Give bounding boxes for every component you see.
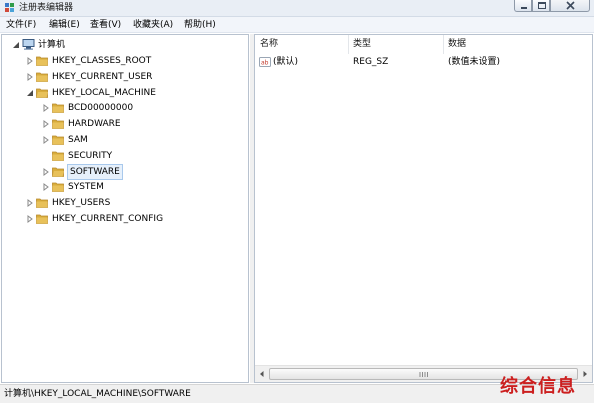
- collapse-arrow-icon[interactable]: [12, 41, 20, 49]
- tree-node-hkey-current-config[interactable]: HKEY_CURRENT_CONFIG: [2, 212, 242, 226]
- open-folder-icon: [36, 88, 48, 98]
- column-header-data[interactable]: 数据: [444, 35, 592, 54]
- values-list-pane[interactable]: 名称 类型 数据 ab (默认) REG_SZ (数值未设置): [254, 34, 593, 383]
- window-title: 注册表编辑器: [19, 3, 74, 13]
- expand-arrow-icon[interactable]: [26, 215, 34, 223]
- tree-label: SOFTWARE: [67, 163, 123, 180]
- menu-bar: 文件(F) 编辑(E) 查看(V) 收藏夹(A) 帮助(H): [0, 17, 594, 33]
- folder-icon: [36, 198, 48, 209]
- expand-arrow-icon[interactable]: [42, 104, 50, 113]
- scroll-right-icon[interactable]: [579, 368, 591, 380]
- menu-favorites[interactable]: 收藏夹(A): [133, 19, 173, 31]
- close-button[interactable]: [550, 0, 590, 12]
- tree-label: SYSTEM: [68, 182, 104, 193]
- column-header-name[interactable]: 名称: [255, 35, 349, 54]
- maximize-button[interactable]: [532, 0, 550, 12]
- status-path: 计算机\HKEY_LOCAL_MACHINE\SOFTWARE: [4, 389, 191, 399]
- tree-label: SECURITY: [68, 150, 113, 161]
- folder-icon: [36, 72, 48, 82]
- tree-node-sam[interactable]: SAM: [2, 133, 242, 147]
- tree-node-bcd00000000[interactable]: BCD00000000: [2, 101, 242, 115]
- value-data: (数值未设置): [448, 57, 501, 67]
- tree-node-system[interactable]: SYSTEM: [2, 180, 242, 194]
- tree-label: BCD00000000: [68, 103, 134, 114]
- maximize-icon: [538, 2, 546, 9]
- tree-label-computer: 计算机: [38, 40, 66, 50]
- menu-edit[interactable]: 编辑(E): [49, 19, 80, 31]
- value-name: (默认): [273, 57, 299, 67]
- tree-label: HKEY_CURRENT_CONFIG: [52, 214, 164, 224]
- minimize-icon: [521, 7, 527, 9]
- tree-node-hkey-classes-root[interactable]: HKEY_CLASSES_ROOT: [2, 54, 242, 68]
- expand-arrow-icon[interactable]: [26, 57, 34, 65]
- tree-label: HKEY_CLASSES_ROOT: [52, 56, 152, 66]
- folder-icon: [36, 56, 48, 66]
- folder-icon: [52, 119, 64, 130]
- string-value-icon: ab: [259, 57, 271, 67]
- folder-icon: [52, 135, 64, 145]
- column-header-type[interactable]: 类型: [349, 35, 444, 54]
- tree-node-hardware[interactable]: HARDWARE: [2, 117, 242, 131]
- tree-node-software[interactable]: SOFTWARE: [2, 163, 242, 180]
- expand-arrow-icon[interactable]: [42, 120, 50, 129]
- folder-icon: [52, 103, 64, 114]
- list-row[interactable]: ab (默认) REG_SZ (数值未设置): [255, 55, 592, 70]
- scroll-left-icon[interactable]: [256, 368, 268, 380]
- folder-icon: [52, 182, 64, 193]
- grip-icon: [419, 372, 428, 377]
- close-icon: [566, 1, 575, 10]
- svg-text:ab: ab: [261, 60, 269, 67]
- key-tree-pane[interactable]: 计算机 HKEY_CLASSES_ROOT HKEY_CURRENT_USER HK…: [1, 34, 249, 383]
- minimize-button[interactable]: [514, 0, 532, 12]
- expand-arrow-icon[interactable]: [42, 183, 50, 192]
- tree-label: HARDWARE: [68, 119, 121, 130]
- expand-arrow-icon[interactable]: [26, 72, 34, 81]
- tree-label: SAM: [68, 135, 88, 145]
- value-type: REG_SZ: [353, 57, 389, 67]
- computer-icon: [22, 39, 35, 50]
- tree-node-hkey-local-machine[interactable]: HKEY_LOCAL_MACHINE: [2, 86, 242, 100]
- tree-label: HKEY_USERS: [52, 198, 111, 209]
- tree-node-computer[interactable]: 计算机: [2, 38, 242, 52]
- tree-node-hkey-users[interactable]: HKEY_USERS: [2, 196, 242, 210]
- expand-arrow-icon[interactable]: [26, 199, 34, 208]
- open-folder-icon: [52, 167, 64, 177]
- folder-icon: [52, 151, 64, 161]
- tree-node-security[interactable]: SECURITY: [2, 149, 242, 163]
- expand-arrow-icon[interactable]: [42, 136, 50, 144]
- menu-file[interactable]: 文件(F): [6, 19, 36, 31]
- folder-icon: [36, 214, 48, 224]
- watermark-text: 综合信息: [500, 376, 576, 397]
- collapse-arrow-icon[interactable]: [26, 89, 34, 97]
- tree-node-hkey-current-user[interactable]: HKEY_CURRENT_USER: [2, 70, 242, 84]
- menu-view[interactable]: 查看(V): [90, 19, 121, 31]
- title-bar: 注册表编辑器: [0, 0, 594, 17]
- tree-label: HKEY_CURRENT_USER: [52, 71, 153, 82]
- expand-arrow-icon[interactable]: [42, 167, 50, 176]
- menu-help[interactable]: 帮助(H): [184, 19, 216, 31]
- registry-editor-icon: [5, 3, 14, 12]
- tree-label: HKEY_LOCAL_MACHINE: [52, 87, 156, 98]
